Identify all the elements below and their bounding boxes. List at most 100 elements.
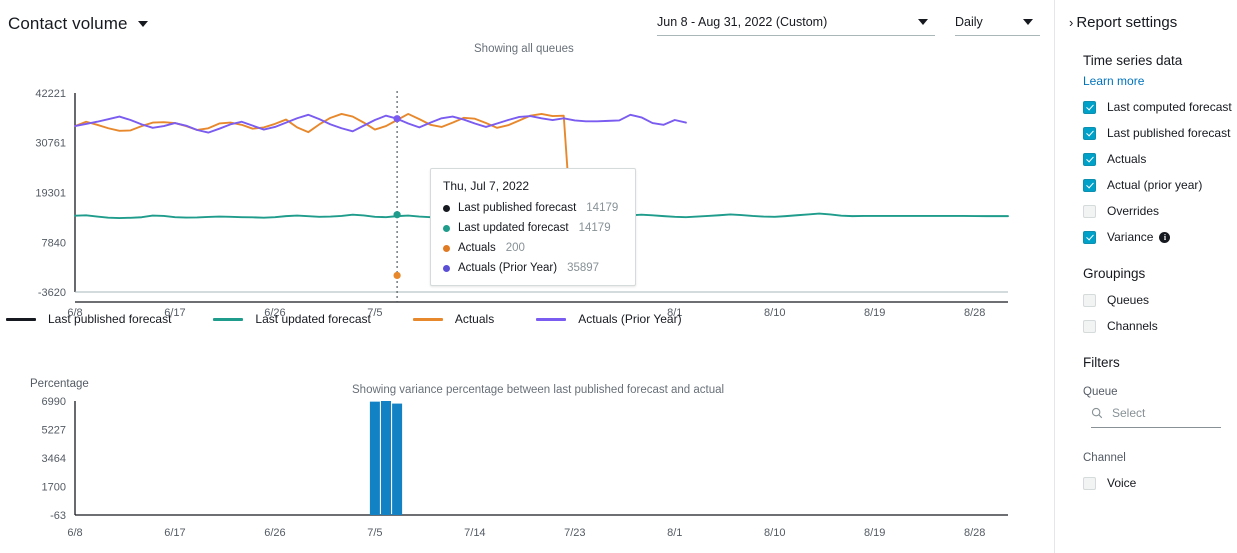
learn-more-link[interactable]: Learn more xyxy=(1083,74,1237,88)
tooltip-series-value: 35897 xyxy=(567,262,600,274)
time-series-heading: Time series data xyxy=(1083,53,1183,68)
x-tick-label: 8/1 xyxy=(667,527,682,539)
checkbox-checked-icon[interactable] xyxy=(1083,126,1096,140)
queue-select-placeholder: Select xyxy=(1112,406,1146,420)
queue-filter-label: Queue xyxy=(1083,386,1118,398)
time-series-checkbox-actuals[interactable]: Actuals xyxy=(1083,152,1237,166)
time-series-checkbox-actual-prior-year[interactable]: Actual (prior year) xyxy=(1083,178,1237,192)
filters-section: Filters Queue Select Channel Voice xyxy=(1055,355,1237,490)
checkbox-label: Overrides xyxy=(1107,204,1160,218)
groupings-heading: Groupings xyxy=(1083,266,1146,281)
legend-swatch-icon xyxy=(412,317,443,321)
channel-checkbox-list: Voice xyxy=(1083,476,1237,490)
grouping-checkbox-queues[interactable]: Queues xyxy=(1083,293,1237,307)
y-tick-label: 7840 xyxy=(42,237,66,249)
y-axis-ticks: 6990 5227 3464 1700 -63 xyxy=(42,396,66,522)
checkbox-unchecked-icon[interactable] xyxy=(1083,319,1096,333)
x-tick-label: 8/10 xyxy=(764,527,785,539)
legend-item[interactable]: Actuals (Prior Year) xyxy=(536,312,682,326)
y-tick-label: -3620 xyxy=(38,287,66,299)
tooltip-row: Last updated forecast 14179 xyxy=(443,222,623,234)
time-series-checkbox-variance[interactable]: Variance i xyxy=(1083,230,1237,244)
chart-tooltip: Thu, Jul 7, 2022 Last published forecast… xyxy=(430,168,636,286)
tooltip-series-value: 200 xyxy=(505,242,525,254)
chevron-down-icon[interactable] xyxy=(137,21,148,27)
tooltip-date: Thu, Jul 7, 2022 xyxy=(443,179,530,193)
x-tick-label: 7/23 xyxy=(564,527,585,539)
checkbox-unchecked-icon[interactable] xyxy=(1083,204,1096,218)
tooltip-rows: Last published forecast 14179 Last updated… xyxy=(443,202,623,274)
y-tick-label: 19301 xyxy=(35,187,66,199)
variance-bar-chart: 6990 5227 3464 1700 -63 6/8 6/17 6/26 7/5 7/14 7/… xyxy=(42,396,1008,539)
queue-select-input[interactable]: Select xyxy=(1091,406,1221,428)
checkbox-checked-icon[interactable] xyxy=(1083,230,1096,244)
checkbox-checked-icon[interactable] xyxy=(1083,152,1096,166)
y-tick-label: 42221 xyxy=(35,88,66,100)
report-settings-sidebar: › Report settings Time series data Learn… xyxy=(1054,0,1237,553)
groupings-checkbox-list: Queues Channels xyxy=(1083,293,1237,333)
x-axis-ticks: 6/8 6/17 6/26 7/5 7/14 7/23 8/1 8/10 8/19 8/28 xyxy=(67,527,985,539)
x-tick-label: 6/26 xyxy=(264,527,285,539)
legend-item[interactable]: Last updated forecast xyxy=(213,312,371,326)
x-tick-label: 6/17 xyxy=(164,527,185,539)
time-series-checkbox-list: Last computed forecast Last published for… xyxy=(1083,100,1237,244)
filters-heading: Filters xyxy=(1083,355,1120,370)
y-tick-label: 1700 xyxy=(42,482,66,494)
legend-label: Actuals (Prior Year) xyxy=(578,312,682,326)
x-tick-label: 6/8 xyxy=(67,527,82,539)
tooltip-row: Last published forecast 14179 xyxy=(443,202,623,214)
x-tick-label: 8/19 xyxy=(864,307,885,319)
checkbox-unchecked-icon[interactable] xyxy=(1083,293,1096,307)
y-axis-ticks: 42221 30761 19301 7840 -3620 xyxy=(35,88,66,299)
chevron-down-icon[interactable] xyxy=(918,19,928,25)
tooltip-row: Actuals (Prior Year) 35897 xyxy=(443,262,623,274)
legend-swatch-icon xyxy=(536,317,567,321)
checkbox-label: Variance xyxy=(1107,230,1154,244)
chevron-down-icon[interactable] xyxy=(1023,19,1033,25)
tooltip-series-label: Last published forecast xyxy=(458,202,577,214)
report-settings-title: Report settings xyxy=(1076,14,1178,31)
x-tick-label: 8/28 xyxy=(964,307,985,319)
tooltip-series-label: Actuals xyxy=(458,242,496,254)
x-tick-label: 7/5 xyxy=(367,527,382,539)
report-settings-header[interactable]: › Report settings xyxy=(1055,0,1237,31)
checkbox-checked-icon[interactable] xyxy=(1083,178,1096,192)
variance-bar[interactable] xyxy=(392,403,403,515)
legend-label: Last updated forecast xyxy=(255,312,371,326)
info-icon[interactable]: i xyxy=(1159,231,1171,243)
variance-bar[interactable] xyxy=(369,401,380,515)
x-tick-label: 8/28 xyxy=(964,527,985,539)
groupings-section: Groupings Queues Channels xyxy=(1055,266,1237,333)
chevron-right-icon[interactable]: › xyxy=(1069,16,1073,29)
forecast-report-page: Contact volume Jun 8 - Aug 31, 2022 (Cus… xyxy=(0,0,1237,553)
time-series-checkbox-last-published-forecast[interactable]: Last published forecast xyxy=(1083,126,1237,140)
tooltip-series-value: 14179 xyxy=(578,222,611,234)
grouping-checkbox-channels[interactable]: Channels xyxy=(1083,319,1237,333)
y-tick-label: 6990 xyxy=(42,396,66,408)
series-dot-icon xyxy=(443,244,450,252)
cursor-marker xyxy=(393,115,401,123)
checkbox-checked-icon[interactable] xyxy=(1083,100,1096,114)
legend-item[interactable]: Last published forecast xyxy=(6,312,171,326)
series-dot-icon xyxy=(443,264,450,272)
checkbox-unchecked-icon[interactable] xyxy=(1083,476,1096,490)
checkbox-label: Last computed forecast xyxy=(1107,100,1232,114)
y-tick-label: 30761 xyxy=(35,138,66,150)
time-series-section: Time series data Learn more Last compute… xyxy=(1055,53,1237,244)
legend-item[interactable]: Actuals xyxy=(412,312,494,326)
percentage-axis-label: Percentage xyxy=(30,378,89,390)
main-content: Contact volume Jun 8 - Aug 31, 2022 (Cus… xyxy=(0,0,1054,553)
checkbox-label: Channels xyxy=(1107,319,1158,333)
cursor-marker xyxy=(393,271,401,280)
variance-bar[interactable] xyxy=(381,401,391,515)
cursor-marker xyxy=(393,211,401,219)
time-series-checkbox-overrides[interactable]: Overrides xyxy=(1083,204,1237,218)
bars-group xyxy=(369,401,403,515)
checkbox-label: Actuals xyxy=(1107,152,1147,166)
channel-filter-label: Channel xyxy=(1083,452,1126,464)
legend-swatch-icon xyxy=(6,317,36,321)
time-series-checkbox-last-computed-forecast[interactable]: Last computed forecast xyxy=(1083,100,1237,114)
channel-checkbox-voice[interactable]: Voice xyxy=(1083,476,1237,490)
tooltip-series-label: Last updated forecast xyxy=(458,222,569,234)
y-tick-label: 3464 xyxy=(42,453,66,465)
